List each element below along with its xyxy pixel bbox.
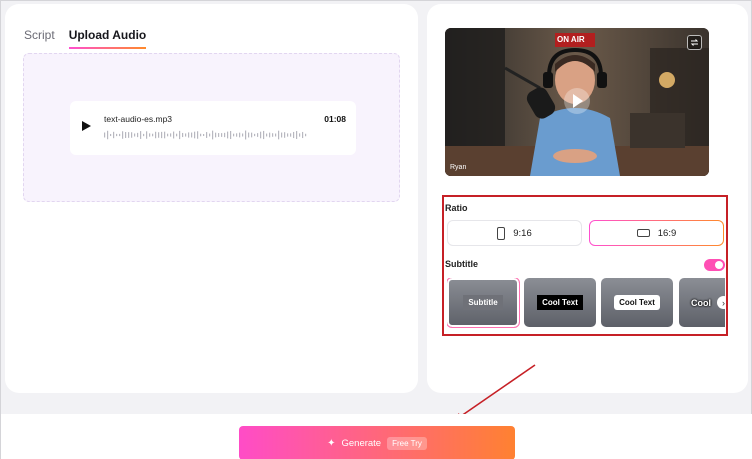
subtitle-style-label: Cool Text [537,295,583,310]
generate-button[interactable]: ✦ Generate Free Try [239,426,515,459]
sign-text: ON AIR [557,35,585,44]
subtitle-toggle[interactable] [704,259,725,271]
subtitle-style-label: Subtitle [463,295,503,310]
ratio-option-label: 16:9 [657,227,677,239]
audio-file-name: text-audio-es.mp3 [104,114,173,124]
landscape-icon [636,229,650,237]
swap-avatar-icon[interactable] [687,35,702,50]
tab-script[interactable]: Script [24,28,55,46]
subtitle-label: Subtitle [445,259,478,269]
presenter-name: Ryan [450,164,467,171]
ratio-option-label: 9:16 [513,227,532,239]
subtitle-style-card[interactable]: Cool Text [601,278,673,327]
audio-player: text-audio-es.mp3 01:08 [70,101,356,155]
left-panel: Script Upload Audio text-audio-es.mp3 01… [5,4,418,393]
video-preview[interactable]: ON AIR Ryan [445,28,709,176]
generate-label: Generate [341,437,382,449]
tab-upload-audio[interactable]: Upload Audio [68,28,146,49]
subtitle-style-card[interactable]: Subtitle [447,278,520,328]
waveform-icon [104,130,307,140]
subtitle-style-label: Cool Text [614,295,660,310]
free-try-badge: Free Try [387,436,427,450]
play-icon[interactable] [81,119,93,133]
studio-scene-image [445,28,709,176]
ratio-option-16-9[interactable]: 16:9 [589,220,724,246]
source-tabs: Script Upload Audio [24,28,146,49]
ratio-option-9-16[interactable]: 9:16 [447,220,582,246]
audio-duration: 01:08 [324,114,346,124]
sparkle-icon: ✦ [327,437,336,449]
ratio-label: Ratio [445,203,468,213]
audio-dropzone[interactable]: text-audio-es.mp3 01:08 [23,53,400,202]
scroll-right-icon[interactable]: › [717,296,725,309]
subtitle-style-card[interactable]: Cool Text [524,278,596,327]
portrait-icon [497,226,506,240]
subtitle-style-label: Cool [691,297,711,308]
subtitle-style-list: Subtitle Cool Text Cool Text Cool › [447,278,725,328]
